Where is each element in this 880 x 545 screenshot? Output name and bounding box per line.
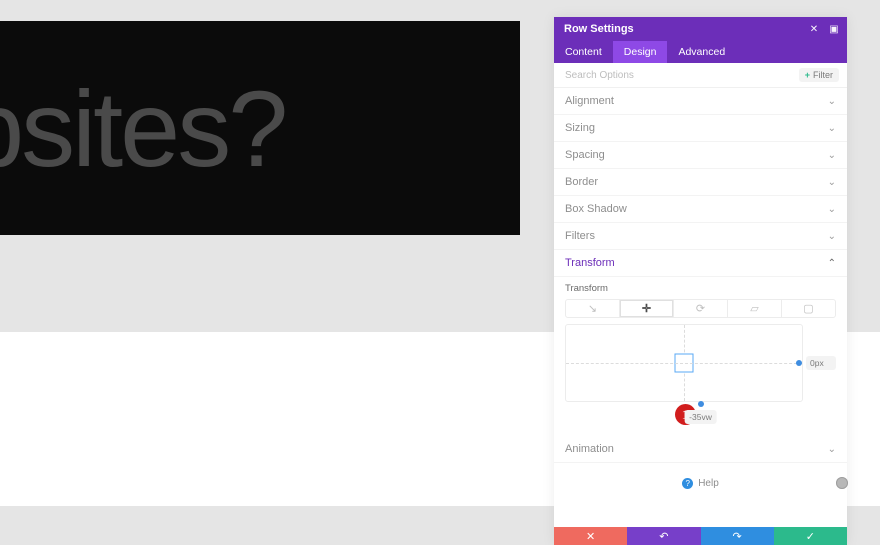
section-label: Sizing (565, 122, 595, 134)
section-spacing[interactable]: Spacing ⌄ (554, 142, 847, 169)
tab-advanced[interactable]: Advanced (667, 41, 736, 63)
slider-dot-icon[interactable] (796, 360, 802, 366)
help-label: Help (698, 478, 719, 489)
transform-origin-icon[interactable]: ▢ (782, 300, 835, 317)
transform-scale-icon[interactable]: ↘ (566, 300, 620, 317)
chevron-down-icon: ⌄ (828, 204, 836, 215)
save-button[interactable]: ✓ (774, 527, 847, 545)
section-label: Spacing (565, 149, 605, 161)
transform-canvas-wrap: 0px (565, 324, 836, 402)
clear-button[interactable]: ✕ (554, 527, 627, 545)
chevron-up-icon: ⌃ (828, 258, 836, 269)
plus-icon: + (805, 70, 810, 80)
panel-title: Row Settings (564, 23, 634, 35)
section-label: Box Shadow (565, 203, 627, 215)
chevron-down-icon: ⌄ (828, 444, 836, 455)
section-border[interactable]: Border ⌄ (554, 169, 847, 196)
panel-footer: ✕ ↶ ↷ ✓ (554, 527, 847, 545)
transform-toolbar: ↘ ✛ ⟳ ▱ ▢ (565, 299, 836, 318)
sections: Alignment ⌄ Sizing ⌄ Spacing ⌄ Border ⌄ … (554, 88, 847, 277)
chevron-down-icon: ⌄ (828, 150, 836, 161)
canvas-hero: /ebsites? (0, 21, 520, 235)
search-input[interactable]: Search Options (565, 70, 634, 81)
transform-x-input[interactable]: 0px (796, 356, 836, 370)
section-sizing[interactable]: Sizing ⌄ (554, 115, 847, 142)
section-filters[interactable]: Filters ⌄ (554, 223, 847, 250)
filter-button[interactable]: + Filter (799, 68, 839, 82)
slider-dot-icon[interactable] (698, 401, 704, 407)
resize-handle[interactable] (836, 477, 848, 489)
search-row: Search Options + Filter (554, 63, 847, 88)
chevron-down-icon: ⌄ (828, 231, 836, 242)
section-transform[interactable]: Transform ⌃ (554, 250, 847, 277)
section-label: Alignment (565, 95, 614, 107)
panel-header[interactable]: Row Settings ✕ ▣ (554, 17, 847, 41)
filter-label: Filter (813, 70, 833, 80)
transform-y-field[interactable]: -35vw (684, 410, 717, 424)
transform-sublabel: Transform (565, 283, 836, 294)
help-icon: ? (682, 478, 693, 489)
redo-button[interactable]: ↷ (701, 527, 774, 545)
help-link[interactable]: ? Help (682, 478, 719, 489)
transform-rotate-icon[interactable]: ⟳ (674, 300, 728, 317)
section-label: Border (565, 176, 598, 188)
transform-body: Transform ↘ ✛ ⟳ ▱ ▢ 0px 1 -35vw (554, 277, 847, 436)
chevron-down-icon: ⌄ (828, 123, 836, 134)
row-settings-panel: Row Settings ✕ ▣ Content Design Advanced… (554, 17, 847, 545)
tab-content[interactable]: Content (554, 41, 613, 63)
section-label: Transform (565, 257, 615, 269)
section-box-shadow[interactable]: Box Shadow ⌄ (554, 196, 847, 223)
chevron-down-icon: ⌄ (828, 177, 836, 188)
chevron-down-icon: ⌄ (828, 96, 836, 107)
transform-handle[interactable] (675, 354, 694, 373)
section-label: Animation (565, 443, 614, 455)
tab-design[interactable]: Design (613, 41, 668, 63)
help-row: ? Help (554, 463, 847, 527)
close-icon[interactable]: ✕ (807, 22, 821, 36)
hero-text: /ebsites? (0, 66, 285, 191)
tabs: Content Design Advanced (554, 41, 847, 63)
section-animation[interactable]: Animation ⌄ (554, 436, 847, 463)
transform-y-input[interactable]: 1 -35vw (565, 404, 836, 426)
section-label: Filters (565, 230, 595, 242)
transform-skew-icon[interactable]: ▱ (728, 300, 782, 317)
undo-button[interactable]: ↶ (627, 527, 700, 545)
panel-header-icons: ✕ ▣ (807, 22, 841, 36)
transform-translate-icon[interactable]: ✛ (620, 300, 674, 317)
section-alignment[interactable]: Alignment ⌄ (554, 88, 847, 115)
transform-x-field[interactable]: 0px (806, 356, 836, 370)
expand-icon[interactable]: ▣ (827, 22, 841, 36)
transform-canvas[interactable] (565, 324, 803, 402)
